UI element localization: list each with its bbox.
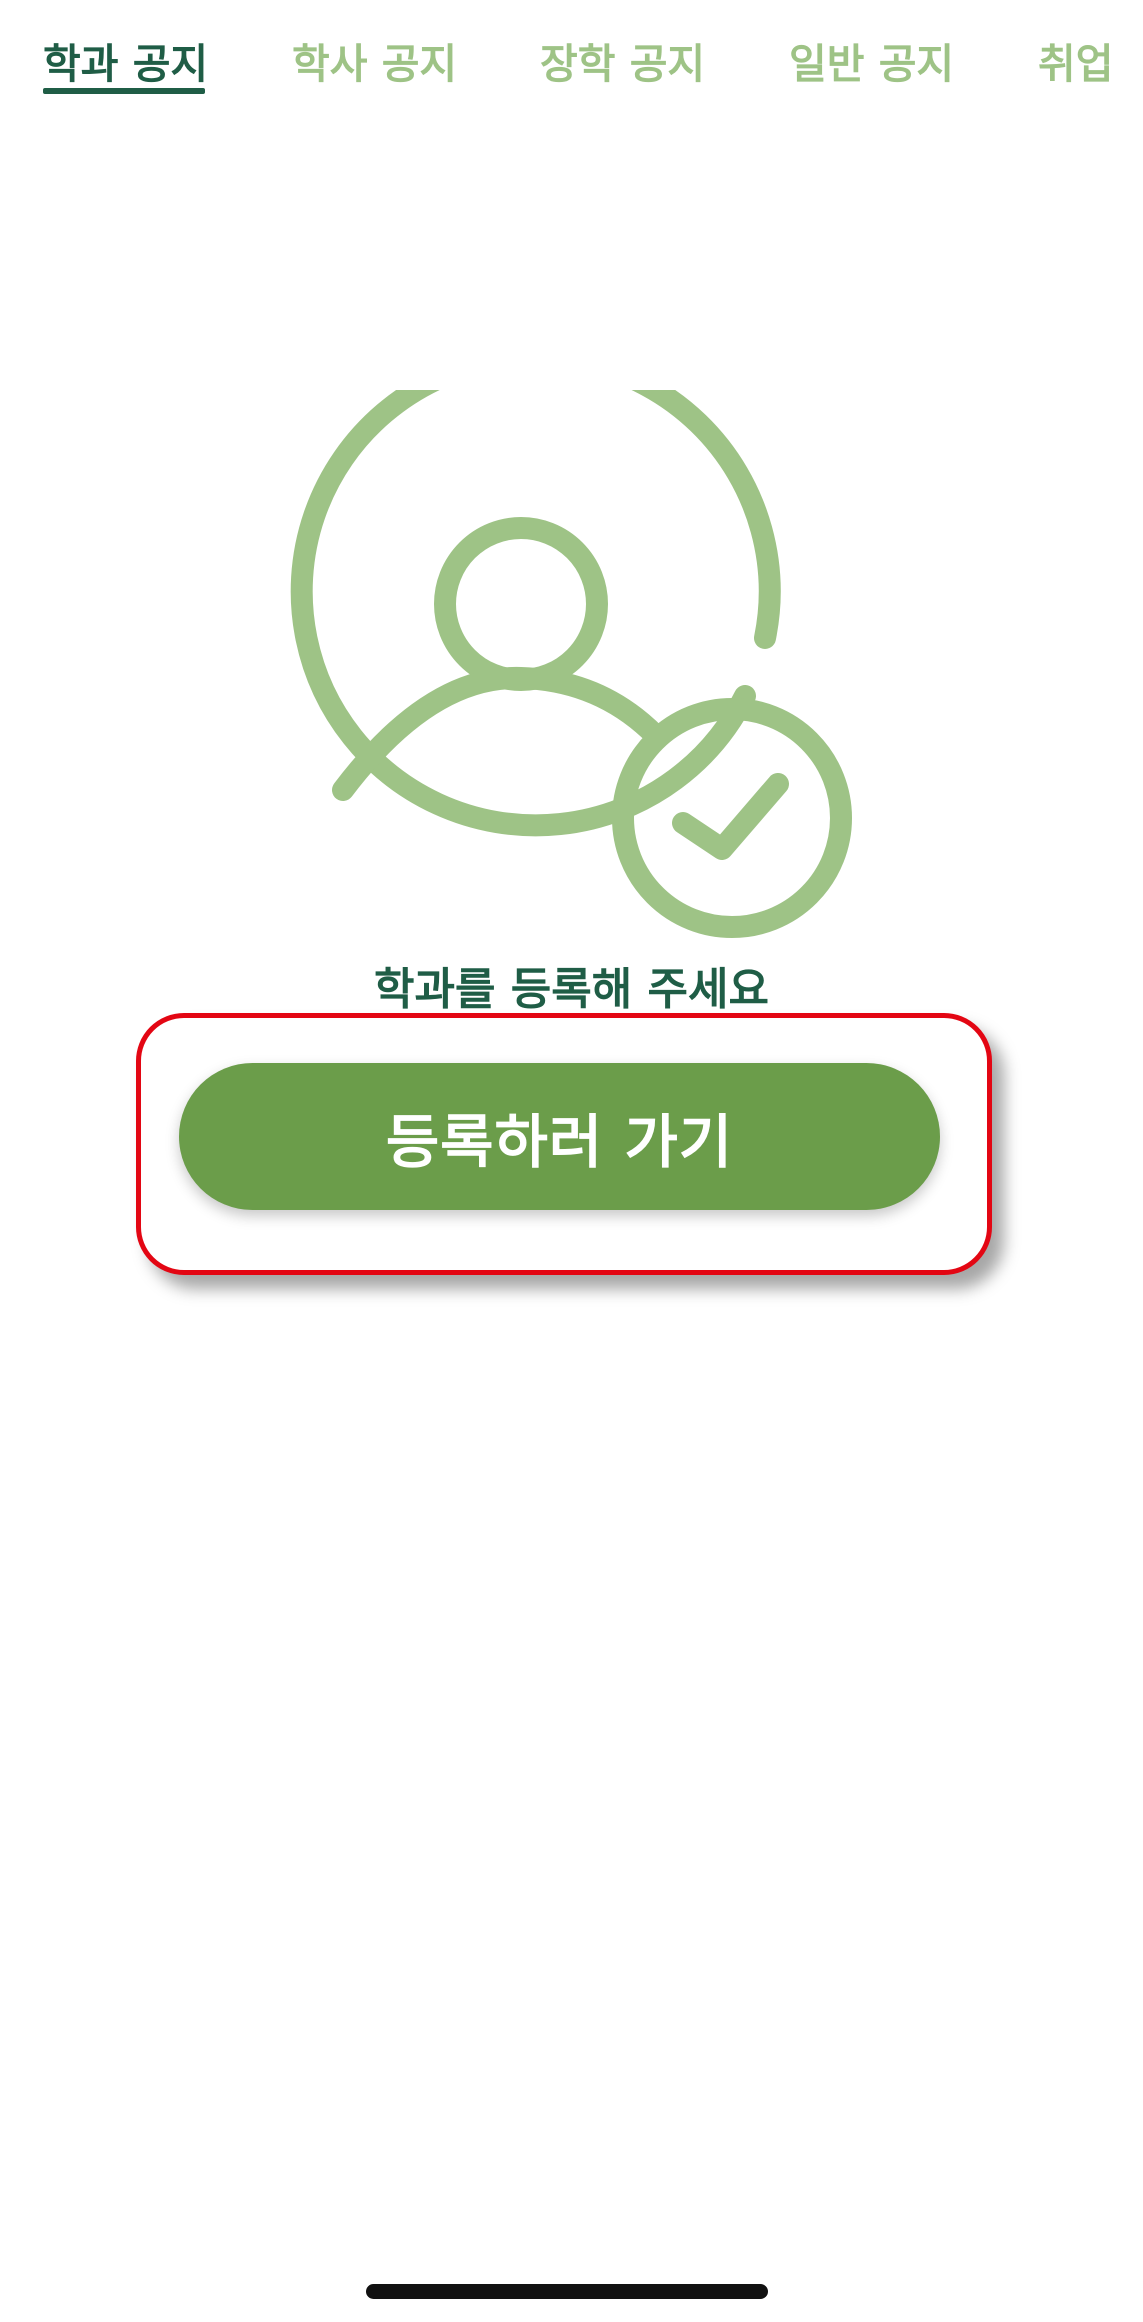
tab-employment-notice[interactable]: 취업 [1038,34,1113,98]
tab-general-notice[interactable]: 일반 공지 [789,34,954,98]
tab-scholarship-notice[interactable]: 장학 공지 [540,34,705,98]
home-indicator[interactable] [366,2284,768,2299]
active-tab-indicator [43,88,205,94]
tab-academic-notice[interactable]: 학사 공지 [292,34,457,98]
notice-tab-bar: 학과 공지 학사 공지 장학 공지 일반 공지 취업 [0,0,1143,110]
empty-state-message: 학과를 등록해 주세요 [374,964,769,1015]
register-department-button[interactable]: 등록하러 가기 [179,1063,940,1210]
user-check-icon [290,390,852,938]
